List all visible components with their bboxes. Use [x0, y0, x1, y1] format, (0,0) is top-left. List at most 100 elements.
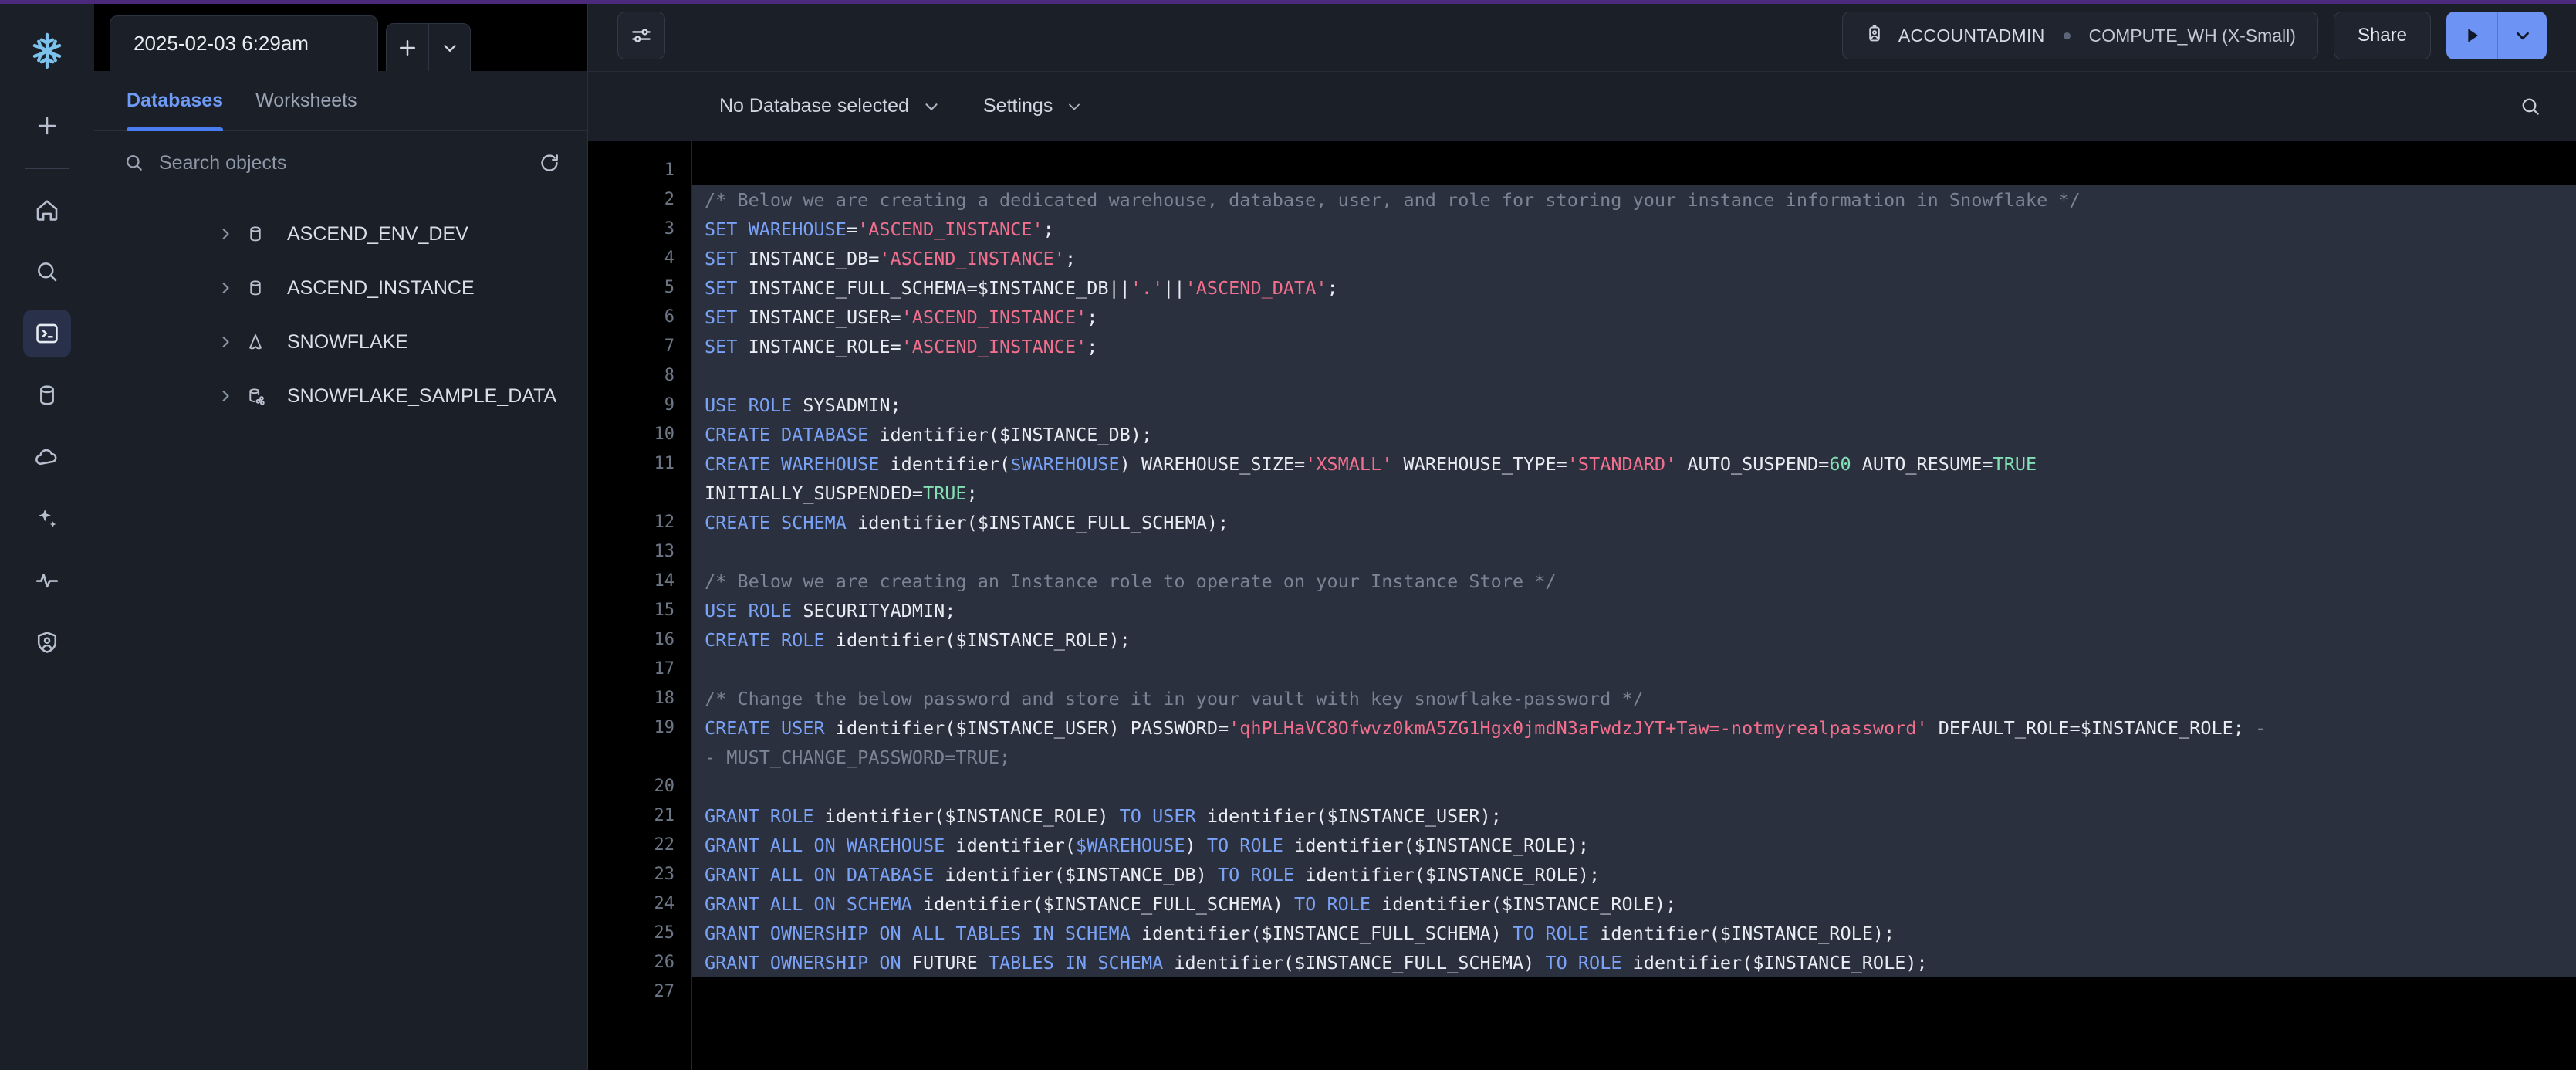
line-number: 17 [588, 655, 691, 684]
chevron-right-icon[interactable] [216, 225, 235, 243]
token-id: identifier($INSTANCE_ROLE) [825, 805, 1109, 827]
code-line[interactable]: USE ROLE SECURITYADMIN; [692, 596, 2576, 625]
code-line[interactable]: USE ROLE SYSADMIN; [692, 391, 2576, 420]
line-number: 5 [588, 273, 691, 303]
line-number: 26 [588, 948, 691, 977]
projects-worksheets-button[interactable] [23, 310, 71, 357]
share-button[interactable]: Share [2334, 12, 2431, 59]
code-line[interactable]: /* Below we are creating an Instance rol… [692, 567, 2576, 596]
code-line[interactable]: SET INSTANCE_USER='ASCEND_INSTANCE'; [692, 303, 2576, 332]
token-id: identifier($INSTANCE_FULL_SCHEMA) [923, 893, 1283, 915]
new-worksheet-chevron-down-icon[interactable] [428, 24, 470, 71]
token-id: ) [1185, 835, 1196, 856]
code-line-wrapped[interactable]: - MUST_CHANGE_PASSWORD=TRUE; [692, 743, 2576, 772]
token-pun: = [847, 218, 857, 240]
token-id: identifier($INSTANCE_FULL_SCHEMA); [857, 512, 1229, 533]
token-pun [825, 717, 836, 739]
token-id: identifier($INSTANCE_ROLE); [1600, 923, 1895, 944]
code-line[interactable]: GRANT ALL ON SCHEMA identifier($INSTANCE… [692, 889, 2576, 919]
data-button[interactable] [23, 371, 71, 419]
token-pun [912, 893, 923, 915]
code-line[interactable]: SET INSTANCE_ROLE='ASCEND_INSTANCE'; [692, 332, 2576, 361]
code-line[interactable]: SET INSTANCE_DB='ASCEND_INSTANCE'; [692, 244, 2576, 273]
tree-item-snowflake[interactable]: SNOWFLAKE [94, 315, 587, 369]
chevron-right-icon[interactable] [216, 387, 235, 405]
worksheet-tab[interactable]: 2025-02-03 6:29am [110, 15, 378, 71]
code-line[interactable]: /* Below we are creating a dedicated war… [692, 185, 2576, 215]
tree-item-ascend-instance[interactable]: ASCEND_INSTANCE [94, 261, 587, 315]
monitoring-button[interactable] [23, 557, 71, 604]
code-line[interactable]: CREATE DATABASE identifier($INSTANCE_DB)… [692, 420, 2576, 449]
create-button[interactable] [23, 102, 71, 150]
new-worksheet-plus-icon[interactable] [387, 24, 428, 71]
token-id: identifier($INSTANCE_FULL_SCHEMA) [1141, 923, 1502, 944]
token-pun: ; [1087, 306, 1097, 328]
token-kw: TO ROLE [1513, 923, 1589, 944]
code-line[interactable]: SET INSTANCE_FULL_SCHEMA=$INSTANCE_DB||'… [692, 273, 2576, 303]
search-button[interactable] [23, 248, 71, 296]
snowflake-logo-icon[interactable] [24, 29, 70, 76]
token-id: AUTO_RESUME= [1851, 453, 1993, 475]
code-line[interactable]: GRANT ALL ON DATABASE identifier($INSTAN… [692, 860, 2576, 889]
code-line[interactable] [692, 537, 2576, 567]
code-line[interactable] [692, 655, 2576, 684]
admin-governance-button[interactable] [23, 618, 71, 666]
database-selector[interactable]: No Database selected [719, 95, 941, 117]
tab-worksheets[interactable]: Worksheets [255, 71, 357, 131]
code-line[interactable]: GRANT OWNERSHIP ON FUTURE TABLES IN SCHE… [692, 948, 2576, 977]
code-line[interactable]: CREATE USER identifier($INSTANCE_USER) P… [692, 713, 2576, 743]
run-options-chevron-down-icon[interactable] [2497, 12, 2547, 59]
token-pun [737, 277, 748, 299]
data-products-marketplace-button[interactable] [23, 433, 71, 481]
code-line[interactable]: SET WAREHOUSE='ASCEND_INSTANCE'; [692, 215, 2576, 244]
token-kw: CREATE SCHEMA [705, 512, 847, 533]
worksheet-tabbar: 2025-02-03 6:29am [94, 0, 587, 71]
code-line[interactable]: CREATE SCHEMA identifier($INSTANCE_FULL_… [692, 508, 2576, 537]
token-kw: USE ROLE [705, 600, 792, 621]
line-number: 13 [588, 537, 691, 567]
line-number [588, 743, 691, 772]
code-line[interactable]: GRANT OWNERSHIP ON ALL TABLES IN SCHEMA … [692, 919, 2576, 948]
code-line[interactable] [692, 156, 2576, 185]
ai-ml-button[interactable] [23, 495, 71, 543]
token-kw: GRANT ROLE [705, 805, 813, 827]
code-line[interactable] [692, 772, 2576, 801]
search-input[interactable] [159, 152, 524, 174]
tree-item-label: ASCEND_INSTANCE [287, 277, 475, 300]
code-line[interactable]: CREATE WAREHOUSE identifier($WAREHOUSE) … [692, 449, 2576, 479]
refresh-icon[interactable] [538, 151, 561, 174]
code-line[interactable] [692, 977, 2576, 1007]
token-pun [1196, 835, 1207, 856]
code-line-wrapped[interactable]: INITIALLY_SUSPENDED=TRUE; [692, 479, 2576, 508]
token-id: identifier($INSTANCE_ROLE); [1294, 835, 1589, 856]
token-id: INSTANCE_FULL_SCHEMA [749, 277, 967, 299]
context-selector[interactable]: ACCOUNTADMIN COMPUTE_WH (X-Small) [1842, 12, 2318, 59]
token-id: DEFAULT_ROLE=$INSTANCE_ROLE; [1928, 717, 2244, 739]
tree-item-ascend-env-dev[interactable]: ASCEND_ENV_DEV [94, 207, 587, 261]
tab-databases[interactable]: Databases [127, 71, 223, 131]
code-line[interactable]: GRANT ROLE identifier($INSTANCE_ROLE) TO… [692, 801, 2576, 831]
token-cmt: /* Below we are creating an Instance rol… [705, 571, 1557, 592]
snowflake-db-icon [245, 332, 265, 352]
chevron-right-icon[interactable] [216, 333, 235, 351]
token-pun: = [891, 336, 901, 357]
database-selector-label: No Database selected [719, 95, 909, 117]
home-button[interactable] [23, 186, 71, 234]
chevron-right-icon[interactable] [216, 279, 235, 297]
code-line[interactable]: /* Change the below password and store i… [692, 684, 2576, 713]
line-number: 14 [588, 567, 691, 596]
editor-search-icon[interactable] [2519, 95, 2576, 118]
settings-selector[interactable]: Settings [983, 95, 1083, 117]
code-line[interactable]: CREATE ROLE identifier($INSTANCE_ROLE); [692, 625, 2576, 655]
sql-editor[interactable]: 1234567891011121314151617181920212223242… [588, 141, 2576, 1070]
token-pun [737, 336, 748, 357]
code-line[interactable]: GRANT ALL ON WAREHOUSE identifier($WAREH… [692, 831, 2576, 860]
code-content[interactable]: /* Below we are creating a dedicated war… [691, 141, 2576, 1070]
sliders-icon[interactable] [617, 12, 665, 59]
token-kw: GRANT OWNERSHIP ON [705, 952, 901, 973]
tree-item-snowflake-sample-data[interactable]: SNOWFLAKE_SAMPLE_DATA [94, 369, 587, 423]
token-kw: TO USER [1120, 805, 1196, 827]
code-line[interactable] [692, 361, 2576, 391]
object-explorer-panel: 2025-02-03 6:29am Databases [94, 0, 588, 1070]
play-icon[interactable] [2446, 12, 2497, 59]
